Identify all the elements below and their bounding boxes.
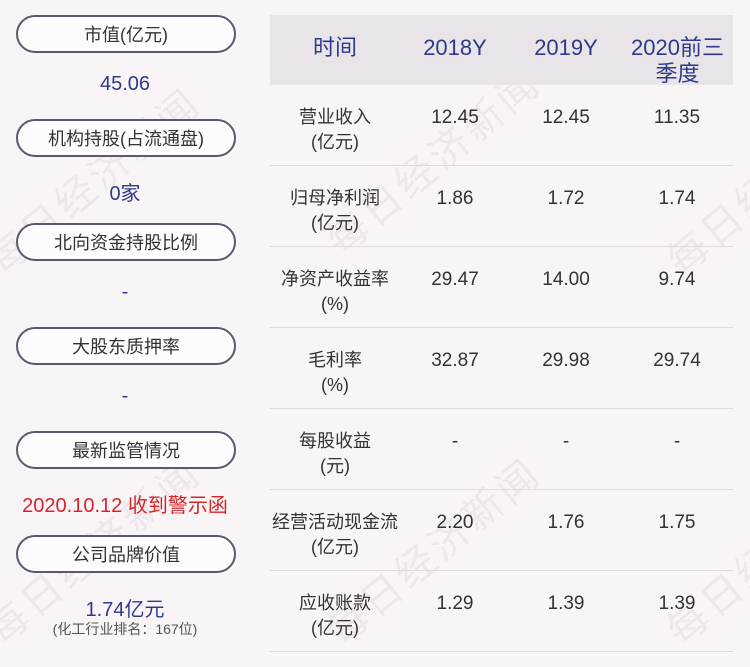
table-header: 时间 2018Y 2019Y 2020前三季度	[270, 15, 733, 86]
metric-value-market-cap: 45.06	[99, 73, 151, 95]
metric-pill-market-cap: 市值(亿元)	[16, 15, 236, 53]
table-row: 每股收益 (元) - - -	[270, 409, 733, 490]
table-row: 应收账款 (亿元) 1.29 1.39 1.39	[270, 571, 733, 652]
table-cell: 1.75	[658, 512, 696, 533]
row-label: 每股收益 (元)	[299, 431, 371, 476]
header-2019: 2019Y	[534, 35, 598, 60]
table-cell: -	[562, 431, 570, 452]
table-cell: 29.98	[542, 350, 590, 371]
metric-value-brand: 1.74亿元	[85, 599, 165, 621]
table-cell: 29.47	[431, 269, 479, 290]
metric-value-pledge: -	[121, 385, 129, 407]
table-cell: 1.72	[547, 188, 585, 209]
metric-pill-pledge: 大股东质押率	[16, 327, 236, 365]
metric-value-northbound: -	[121, 281, 129, 303]
table-cell: 2.20	[436, 512, 474, 533]
metric-pill-institutional: 机构持股(占流通盘)	[16, 119, 236, 157]
table-cell: 1.39	[547, 593, 585, 614]
metric-pill-northbound: 北向资金持股比例	[16, 223, 236, 261]
header-2018: 2018Y	[423, 35, 487, 60]
table-cell: 1.74	[658, 188, 696, 209]
header-2020q3: 2020前三季度	[631, 35, 724, 86]
row-label: 毛利率 (%)	[308, 350, 362, 395]
table-cell: 1.39	[658, 593, 696, 614]
table-cell: 14.00	[542, 269, 590, 290]
table-cell: 9.74	[658, 269, 696, 290]
table-cell: 1.76	[547, 512, 585, 533]
table-cell: 32.87	[431, 350, 479, 371]
table-cell: -	[451, 431, 459, 452]
row-label: 净资产收益率 (%)	[281, 269, 389, 314]
row-label: 经营活动现金流 (亿元)	[272, 512, 398, 557]
table-row: 净资产收益率 (%) 29.47 14.00 9.74	[270, 247, 733, 328]
metric-pill-brand: 公司品牌价值	[16, 535, 236, 573]
row-label: 应收账款 (亿元)	[299, 593, 371, 638]
table-row: 营业收入 (亿元) 12.45 12.45 11.35	[270, 85, 733, 166]
table-row: 经营活动现金流 (亿元) 2.20 1.76 1.75	[270, 490, 733, 571]
table-row: 毛利率 (%) 32.87 29.98 29.74	[270, 328, 733, 409]
header-time: 时间	[312, 35, 357, 60]
table-row: 归母净利润 (亿元) 1.86 1.72 1.74	[270, 166, 733, 247]
table-cell: 11.35	[653, 107, 701, 128]
financial-table: 时间 2018Y 2019Y 2020前三季度 营业收入 (亿元) 12.45 1…	[270, 15, 733, 652]
table-cell: 12.45	[431, 107, 479, 128]
table-cell: 12.45	[542, 107, 590, 128]
metric-value-institutional: 0家	[109, 183, 141, 205]
left-panel: 市值(亿元) 45.06 机构持股(占流通盘) 0家 北向资金持股比例 - 大股…	[0, 0, 250, 667]
table-cell: -	[673, 431, 681, 452]
table-cell: 1.86	[436, 188, 474, 209]
metric-pill-regulatory: 最新监管情况	[16, 431, 236, 469]
table-cell: 1.29	[436, 593, 474, 614]
metric-sub-brand-rank: (化工行业排名：167位)	[52, 621, 198, 637]
row-label: 归母净利润 (亿元)	[290, 188, 380, 233]
metric-value-regulatory: 2020.10.12 收到警示函	[22, 495, 228, 517]
table-cell: 29.74	[653, 350, 701, 371]
row-label: 营业收入 (亿元)	[299, 107, 371, 152]
